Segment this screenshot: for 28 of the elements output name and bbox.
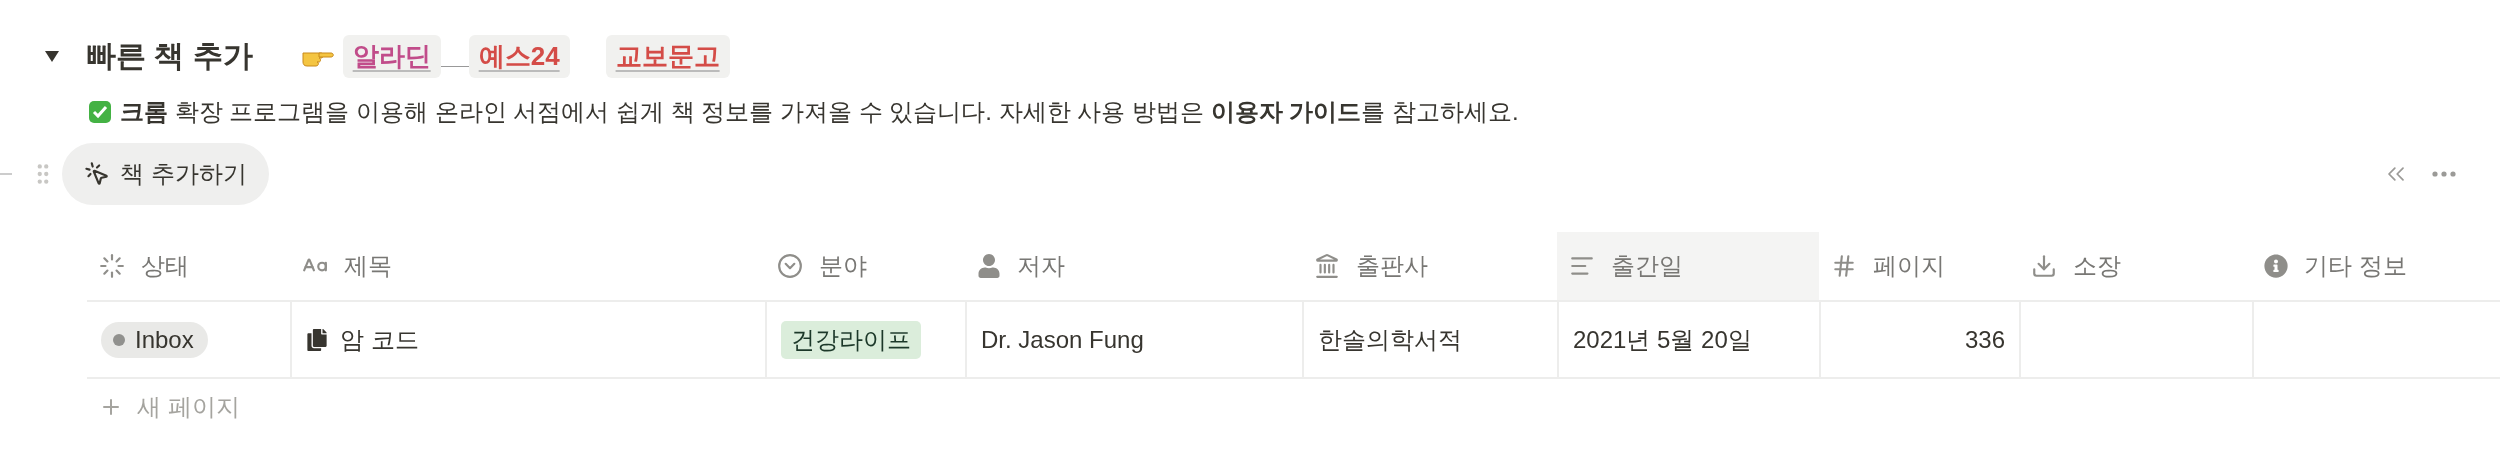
dash-icon <box>0 172 12 176</box>
table-cell-text: 한솔의학서적 <box>1318 324 1462 355</box>
description-text: 크롬 확장 프로그램을 이용해 온라인 서점에서 쉽게 책 정보를 가져올 수 있습니다. 자세한 사용 방법은 이용자 가이드를 참고하세요. <box>120 97 1519 127</box>
toggle-icon[interactable] <box>44 48 60 64</box>
cursor-click-icon <box>84 161 110 187</box>
chevron-circle-icon <box>777 253 803 279</box>
check-icon <box>88 100 112 124</box>
hash-icon <box>1831 253 1857 279</box>
info-icon <box>2264 254 2288 278</box>
page-title[interactable]: 암 코드 <box>340 323 419 356</box>
table-cell-text: Dr. Jason Fung <box>981 325 1144 354</box>
add-book-button[interactable]: 책 추가하기 <box>62 143 269 205</box>
section-title: 빠른 책 추가 <box>86 37 253 74</box>
loader-icon <box>99 253 125 279</box>
store-link[interactable]: 알라딘 <box>342 34 441 78</box>
store-link[interactable]: 예스24 <box>468 34 570 78</box>
new-page-button[interactable]: 새 페이지 <box>87 379 252 435</box>
status-pill[interactable]: Inbox <box>101 321 208 358</box>
bank-icon <box>1314 253 1340 279</box>
store-link[interactable]: 교보문고 <box>605 34 730 78</box>
table-cell-text: 2021년 5월 20일 <box>1573 324 1752 355</box>
document-icon <box>306 328 328 351</box>
person-icon <box>977 254 1001 278</box>
page-count: 336 <box>1964 325 2005 354</box>
download-icon <box>2031 253 2057 279</box>
column-header[interactable]: 출간일 <box>1557 232 1819 300</box>
ellipsis-icon <box>2432 171 2456 177</box>
category-tag: 건강라이프 <box>781 320 921 359</box>
